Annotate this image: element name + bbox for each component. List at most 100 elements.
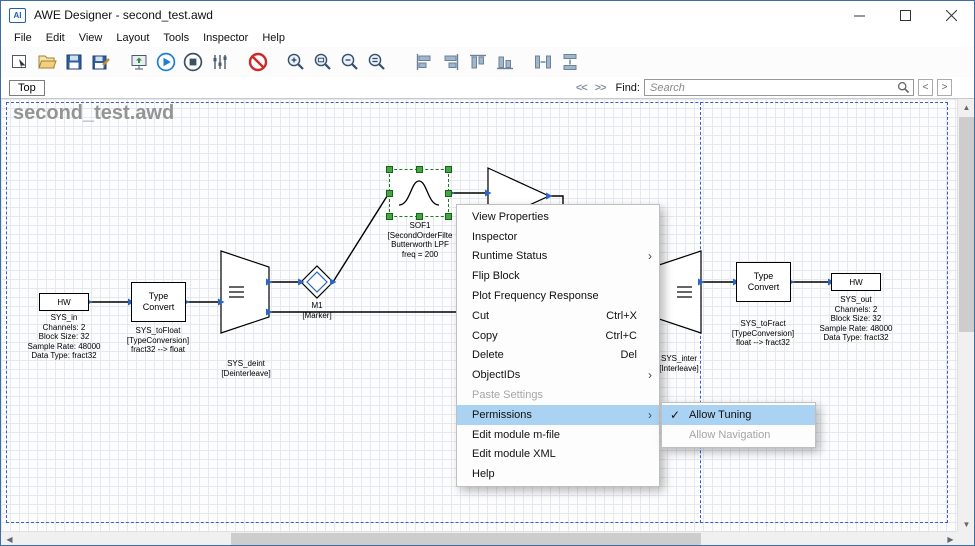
block-name: SYS_toFloat [93, 326, 223, 336]
submenu-allow-tuning[interactable]: ✓ Allow Tuning [662, 405, 815, 425]
block-detail: [TypeConversion] [93, 336, 223, 346]
new-design-button[interactable] [6, 49, 33, 75]
ctx-flip-block[interactable]: Flip Block [457, 266, 659, 286]
selection-handle[interactable] [445, 213, 452, 220]
zoom-fit-icon [366, 51, 388, 73]
search-input[interactable] [644, 79, 914, 96]
sys-tofloat-block[interactable]: Type Convert [131, 282, 186, 322]
ctx-help[interactable]: Help [457, 464, 659, 484]
sys-in-box-label: HW [57, 298, 70, 307]
scroll-left-icon[interactable]: ◀ [1, 532, 18, 546]
align-right-icon [440, 51, 462, 73]
block-name: M1 [252, 301, 382, 311]
history-back-button[interactable]: << [574, 82, 589, 94]
zoom-fit-button[interactable] [363, 49, 390, 75]
vertical-scroll-thumb[interactable] [959, 117, 974, 332]
save-as-icon [90, 51, 112, 73]
ctx-delete[interactable]: DeleteDel [457, 346, 659, 366]
zoom-out-icon [339, 51, 361, 73]
menu-help[interactable]: Help [255, 30, 292, 46]
save-as-button[interactable] [87, 49, 114, 75]
app-icon: AI [9, 8, 26, 23]
zoom-region-button[interactable] [309, 49, 336, 75]
vertical-scrollbar[interactable]: ▲ ▼ [957, 99, 974, 533]
align-left-button[interactable] [410, 49, 437, 75]
menu-inspector[interactable]: Inspector [196, 30, 255, 46]
horizontal-scrollbar[interactable]: ◀ ▶ [1, 531, 959, 545]
ctx-paste-settings: Paste Settings [457, 385, 659, 405]
save-button[interactable] [60, 49, 87, 75]
distribute-vertical-button[interactable] [556, 49, 583, 75]
ctx-inspector[interactable]: Inspector [457, 227, 659, 247]
block-detail: Channels: 2 [791, 305, 921, 315]
sys-in-block[interactable]: HW [39, 293, 89, 311]
marker-label: M1 [Marker] [252, 301, 382, 320]
menu-tools[interactable]: Tools [156, 30, 196, 46]
align-top-button[interactable] [464, 49, 491, 75]
history-forward-button[interactable]: >> [593, 82, 608, 94]
ctx-view-properties[interactable]: View Properties [457, 207, 659, 227]
scroll-up-icon[interactable]: ▲ [958, 99, 975, 116]
halt-icon [247, 51, 269, 73]
zoom-out-button[interactable] [336, 49, 363, 75]
selection-handle[interactable] [386, 166, 393, 173]
selection-handle[interactable] [386, 190, 393, 197]
block-detail: fract32 --> float [93, 345, 223, 355]
selection-handle[interactable] [445, 166, 452, 173]
find-next-button[interactable]: > [937, 79, 952, 96]
ctx-objectids[interactable]: ObjectIDs› [457, 365, 659, 385]
horizontal-scroll-thumb[interactable] [231, 533, 701, 545]
zoom-region-icon [312, 51, 334, 73]
type-convert-line1: Type [149, 291, 169, 302]
align-right-button[interactable] [437, 49, 464, 75]
align-bottom-button[interactable] [491, 49, 518, 75]
title-bar: AI AWE Designer - second_test.awd [1, 1, 974, 29]
ctx-copy[interactable]: CopyCtrl+C [457, 326, 659, 346]
find-previous-button[interactable]: < [918, 79, 933, 96]
scrollbar-corner [957, 531, 974, 545]
audio-config-button[interactable] [206, 49, 233, 75]
ctx-permissions[interactable]: Permissions› [457, 405, 659, 425]
minimize-button[interactable] [836, 1, 882, 29]
ctx-edit-module-xml[interactable]: Edit module XML [457, 445, 659, 465]
selection-handle[interactable] [416, 166, 423, 173]
breadcrumb-top-tab[interactable]: Top [9, 80, 45, 96]
minimize-icon [854, 10, 865, 21]
maximize-button[interactable] [882, 1, 928, 29]
nav-bar: Top << >> Find: < > [1, 77, 974, 99]
menu-file[interactable]: File [7, 30, 39, 46]
deinterleave-block[interactable] [221, 251, 269, 333]
ctx-cut[interactable]: CutCtrl+X [457, 306, 659, 326]
check-icon: ✓ [670, 408, 680, 422]
audio-config-icon [209, 51, 231, 73]
zoom-in-button[interactable] [282, 49, 309, 75]
deploy-target-button[interactable] [125, 49, 152, 75]
selection-handle[interactable] [416, 213, 423, 220]
menu-edit[interactable]: Edit [39, 30, 72, 46]
marker-block[interactable] [301, 266, 333, 298]
ctx-runtime-status[interactable]: Runtime Status› [457, 247, 659, 267]
ctx-edit-module-m-file[interactable]: Edit module m-file [457, 425, 659, 445]
submenu-arrow-icon: › [648, 408, 652, 422]
sys-out-label: SYS_out Channels: 2 Block Size: 32 Sampl… [791, 295, 921, 343]
selection-handle[interactable] [386, 213, 393, 220]
sys-out-block[interactable]: HW [831, 273, 881, 291]
menu-view[interactable]: View [72, 30, 110, 46]
shortcut: Ctrl+X [606, 310, 651, 322]
sys-tofract-block[interactable]: Type Convert [736, 262, 791, 302]
ctx-plot-frequency-response[interactable]: Plot Frequency Response [457, 286, 659, 306]
type-convert-line2: Convert [143, 302, 175, 313]
selection-handle[interactable] [445, 190, 452, 197]
block-name: SYS_out [791, 295, 921, 305]
design-canvas[interactable]: second_test.awd [1, 99, 959, 533]
sof1-block-selected[interactable] [389, 169, 449, 217]
close-button[interactable] [928, 1, 974, 29]
stop-button[interactable] [179, 49, 206, 75]
distribute-horizontal-button[interactable] [529, 49, 556, 75]
open-button[interactable] [33, 49, 60, 75]
play-icon [155, 51, 177, 73]
window-title: AWE Designer - second_test.awd [34, 8, 213, 22]
play-button[interactable] [152, 49, 179, 75]
halt-button[interactable] [244, 49, 271, 75]
menu-layout[interactable]: Layout [109, 30, 156, 46]
